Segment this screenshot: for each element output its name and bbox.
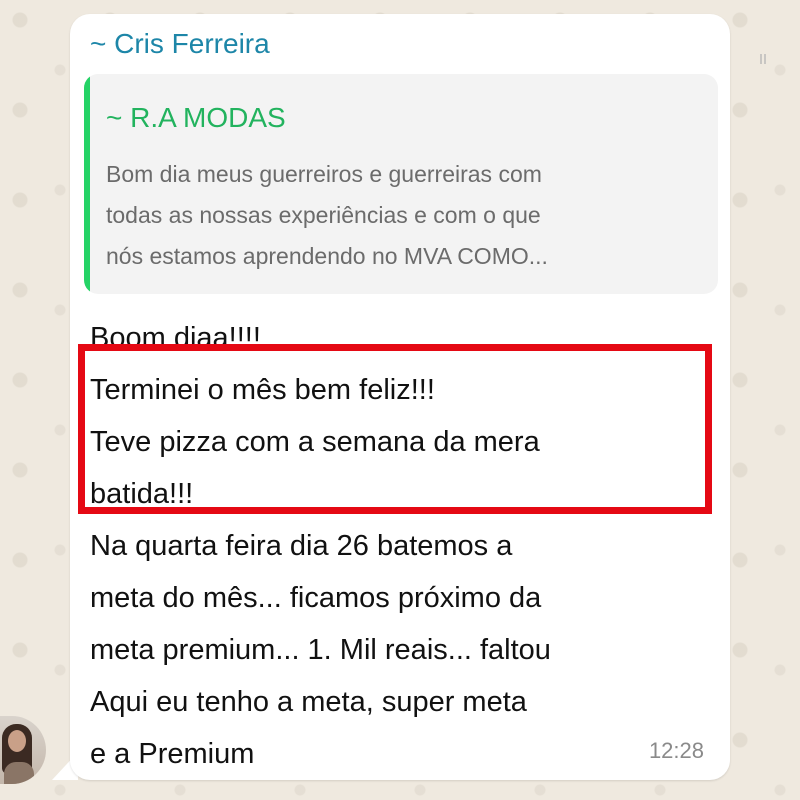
message-timestamp: 12:28 <box>648 738 704 763</box>
sender-name[interactable]: ~ Cris Ferreira <box>90 28 270 60</box>
quoted-message-text: Bom dia meus guerreiros e guerreiras com… <box>106 161 548 269</box>
highlight-box <box>78 344 712 514</box>
quote-accent-bar <box>84 74 90 294</box>
avatar-face <box>8 730 26 752</box>
quoted-sender-name: ~ R.A MODAS <box>106 102 286 133</box>
avatar-body <box>4 762 34 784</box>
quoted-message[interactable]: ~ R.A MODAS Bom dia meus guerreiros e gu… <box>84 74 718 294</box>
bubble-corner-indicator <box>760 54 766 64</box>
